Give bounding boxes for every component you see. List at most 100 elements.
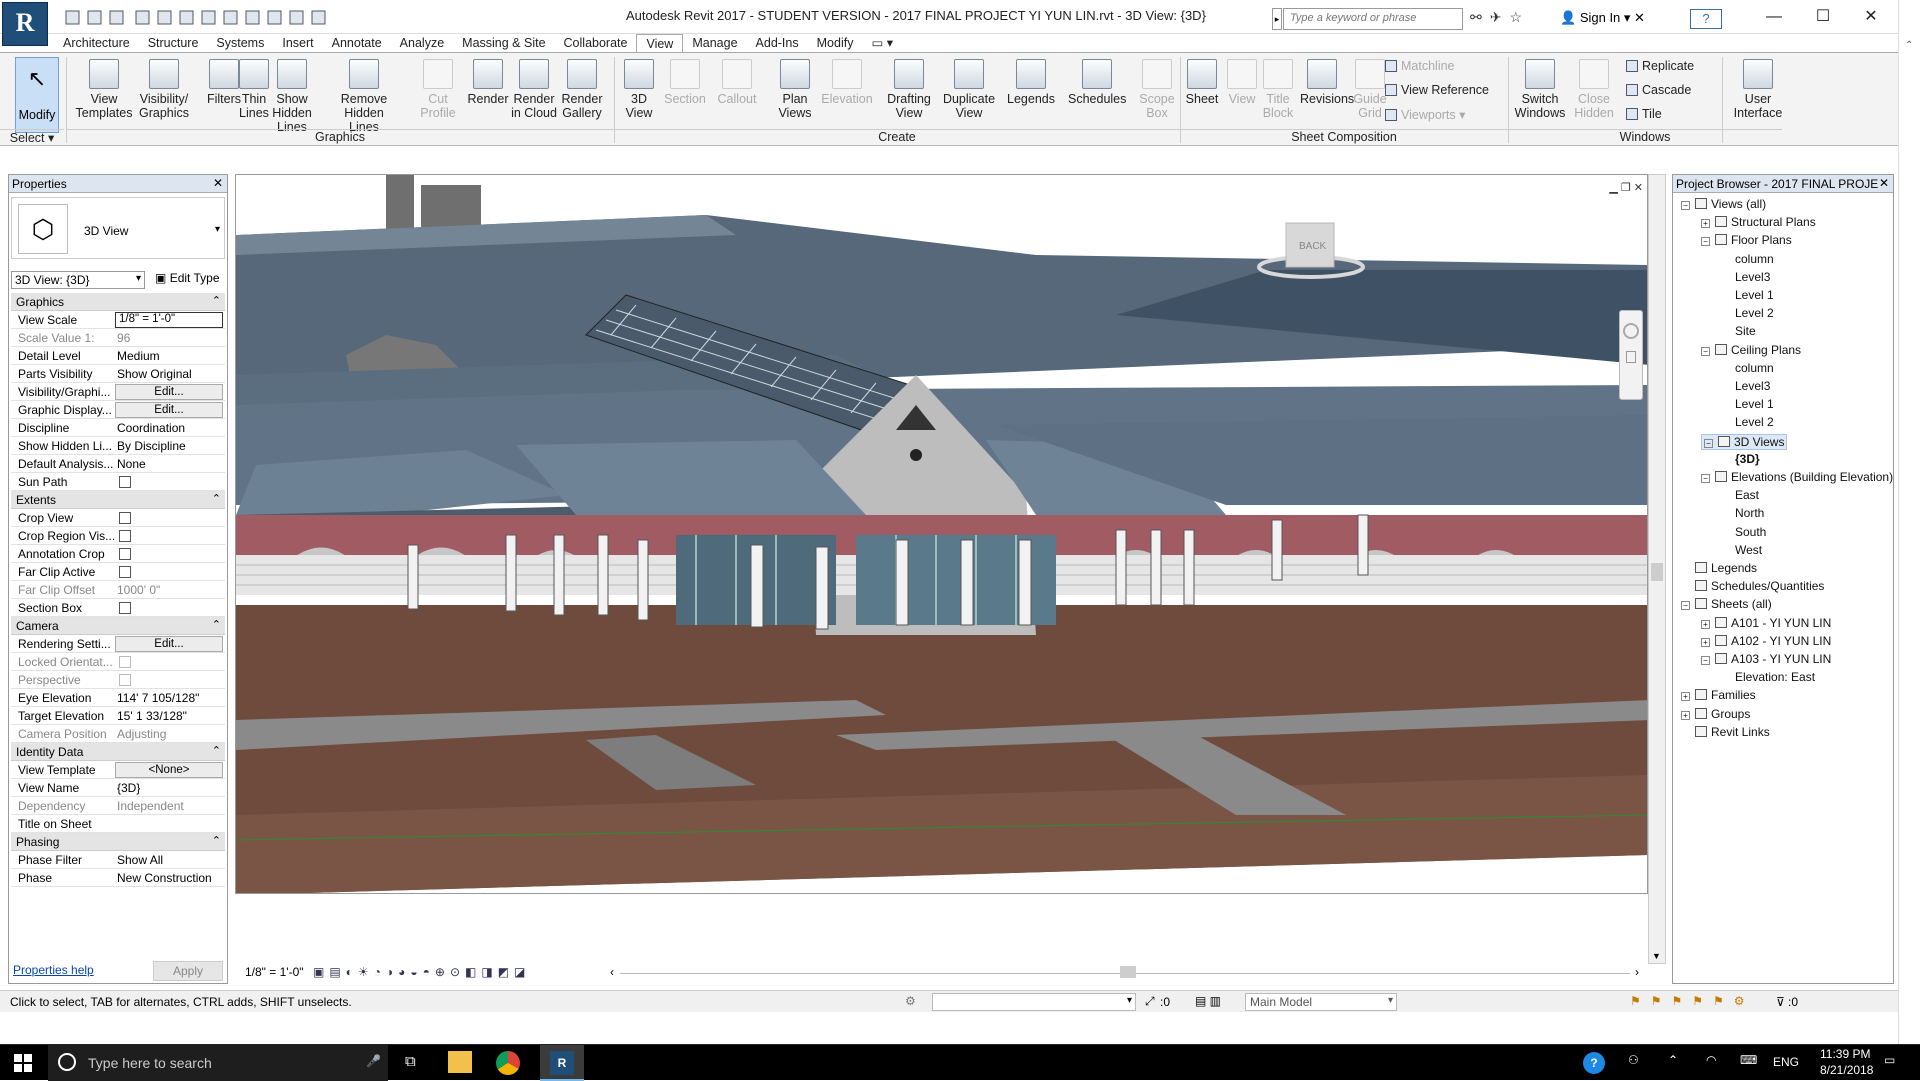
view-scale-control[interactable]: 1/8" = 1'-0" (245, 965, 304, 979)
browser-node[interactable]: + A101 - YI YUN LIN (1701, 616, 1831, 630)
collapse-icon[interactable]: ⌃ (212, 834, 221, 847)
revisions-button[interactable]: Revisions (1300, 59, 1354, 106)
tab-massing-site[interactable]: Massing & Site (453, 34, 554, 52)
expand-icon[interactable]: + (1681, 710, 1690, 720)
file-explorer-icon[interactable] (448, 1051, 472, 1073)
revit-app-menu-button[interactable]: R (2, 2, 48, 46)
section-button[interactable]: Section (656, 59, 714, 106)
scroll-down-icon[interactable]: ▼ (1652, 951, 1661, 961)
modify-button[interactable]: ↖ Modify (15, 57, 59, 133)
steering-wheel-icon[interactable] (1623, 323, 1639, 339)
tab-systems[interactable]: Systems (207, 34, 273, 52)
workset-select[interactable]: ▾ (932, 993, 1136, 1011)
collapse-icon[interactable]: − (1701, 474, 1710, 483)
wifi-icon[interactable]: ◠ (1706, 1053, 1716, 1067)
browser-node[interactable]: + Families (1681, 688, 1756, 702)
drafting-view-button[interactable]: Drafting View (880, 59, 938, 120)
browser-node[interactable]: + Structural Plans (1701, 215, 1816, 229)
collapse-icon[interactable]: ⌃ (212, 294, 221, 307)
clock-time[interactable]: 11:39 PM (1820, 1047, 1870, 1061)
design-options-icon[interactable]: ▤ ▥ (1195, 994, 1221, 1008)
collapse-icon[interactable]: − (1701, 237, 1710, 247)
edit-type-button[interactable]: ▣ Edit Type (155, 271, 220, 285)
property-edit-button[interactable]: Edit... (115, 402, 223, 418)
infocenter-expand[interactable]: ▸ (1272, 8, 1282, 30)
property-value[interactable]: {3D} (117, 781, 225, 795)
expand-icon[interactable]: + (1701, 619, 1710, 629)
property-edit-button[interactable]: Edit... (115, 384, 223, 400)
scroll-left-icon[interactable]: ‹ (610, 965, 614, 979)
hscroll-thumb[interactable] (1120, 966, 1136, 978)
browser-node[interactable]: Level 1 (1721, 397, 1774, 411)
select-panel-label[interactable]: Select ▾ (0, 129, 64, 145)
zoom-icon[interactable] (1626, 351, 1636, 363)
property-checkbox[interactable] (119, 602, 131, 614)
tab-add-ins[interactable]: Add-Ins (747, 34, 808, 52)
view-window-controls[interactable]: ▁ ❐ ✕ (1609, 181, 1643, 194)
editable-only-icon[interactable]: ⤢ (1145, 994, 1155, 1009)
property-value[interactable]: By Discipline (117, 439, 225, 453)
browser-node[interactable]: − Ceiling Plans (1701, 343, 1801, 357)
tile-button[interactable]: Tile (1626, 107, 1662, 121)
browser-node[interactable]: South (1721, 525, 1766, 539)
clock-date[interactable]: 8/21/2018 (1820, 1063, 1873, 1077)
chevron-up-icon[interactable]: ⌃ (1905, 40, 1913, 51)
tab-analyze[interactable]: Analyze (391, 34, 453, 52)
remove-hidden-lines-button[interactable]: Remove Hidden Lines (332, 59, 396, 134)
browser-node[interactable]: − Views (all) (1681, 197, 1766, 211)
browser-node[interactable]: Schedules/Quantities (1681, 579, 1824, 593)
viewports-button[interactable]: Viewports ▾ (1385, 107, 1465, 122)
browser-node[interactable]: Level3 (1721, 270, 1770, 284)
quick-access-toolbar[interactable] (56, 8, 616, 28)
property-value[interactable]: Medium (117, 349, 225, 363)
design-option-select[interactable]: Main Model ▾ (1245, 993, 1397, 1011)
browser-node[interactable]: Level 1 (1721, 288, 1774, 302)
section-identity-data[interactable]: Identity Data ⌃ (11, 743, 225, 761)
filter-icon[interactable]: ⊽ (1776, 995, 1785, 1009)
browser-node[interactable]: column (1721, 361, 1774, 375)
collapse-icon[interactable]: − (1704, 438, 1713, 448)
scope-box-button[interactable]: Scope Box (1128, 59, 1186, 120)
tab-insert[interactable]: Insert (273, 34, 322, 52)
ribbon-minimize-toggle[interactable]: ▭ ▾ (862, 34, 902, 52)
browser-node[interactable]: Elevation: East (1721, 670, 1815, 684)
properties-header[interactable]: Properties ✕ (9, 175, 227, 193)
replicate-button[interactable]: Replicate (1626, 59, 1694, 73)
tab-modify[interactable]: Modify (808, 34, 863, 52)
project-browser-header[interactable]: Project Browser - 2017 FINAL PROJE... ✕ (1673, 175, 1893, 193)
browser-node[interactable]: − Floor Plans (1701, 233, 1792, 247)
expand-icon[interactable]: + (1701, 219, 1710, 229)
tab-view[interactable]: View (636, 34, 684, 53)
view-templates-button[interactable]: View Templates (72, 59, 136, 120)
help-icon[interactable]: ? (1583, 1052, 1605, 1074)
user-interface-button[interactable]: User Interface (1726, 59, 1790, 120)
visibility-graphics-button[interactable]: Visibility/ Graphics (132, 59, 196, 120)
property-value[interactable]: Coordination (117, 421, 225, 435)
section-graphics[interactable]: Graphics ⌃ (11, 293, 225, 311)
sign-in-button[interactable]: 👤 Sign In ▾ ✕ (1560, 10, 1645, 26)
property-value[interactable]: 15' 1 33/128" (117, 709, 225, 723)
browser-node[interactable]: + A102 - YI YUN LIN (1701, 634, 1831, 648)
browser-node[interactable]: − Elevations (Building Elevation) (1701, 470, 1893, 484)
close-icon[interactable]: ✕ (1878, 176, 1889, 190)
property-value[interactable]: None (117, 457, 225, 471)
cascade-button[interactable]: Cascade (1626, 83, 1691, 97)
browser-node[interactable]: Revit Links (1681, 725, 1770, 739)
infocenter-icons[interactable]: ⚯✈☆ (1470, 9, 1530, 26)
browser-node[interactable]: + Groups (1681, 707, 1750, 721)
browser-node[interactable]: North (1721, 506, 1764, 520)
properties-help-link[interactable]: Properties help (13, 963, 94, 977)
browser-node[interactable]: East (1721, 488, 1759, 502)
close-icon[interactable]: ✕ (213, 176, 223, 190)
property-input[interactable]: 1/8" = 1'-0" (115, 312, 223, 328)
browser-node[interactable]: − 3D Views (1701, 433, 1788, 450)
view-reference-button[interactable]: View Reference (1385, 83, 1489, 97)
viewcube-face-label[interactable]: BACK (1299, 241, 1327, 252)
apply-button[interactable]: Apply (153, 961, 223, 981)
chevron-up-icon[interactable]: ⌃ (1668, 1053, 1678, 1067)
chrome-icon[interactable] (496, 1051, 520, 1075)
view-control-icons[interactable]: ▣▤◐☀◔◑◕◒◓⊕⊙◧◨◩◪ (313, 965, 530, 979)
property-checkbox[interactable] (119, 548, 131, 560)
expand-icon[interactable]: + (1681, 692, 1690, 702)
tab-structure[interactable]: Structure (139, 34, 208, 52)
